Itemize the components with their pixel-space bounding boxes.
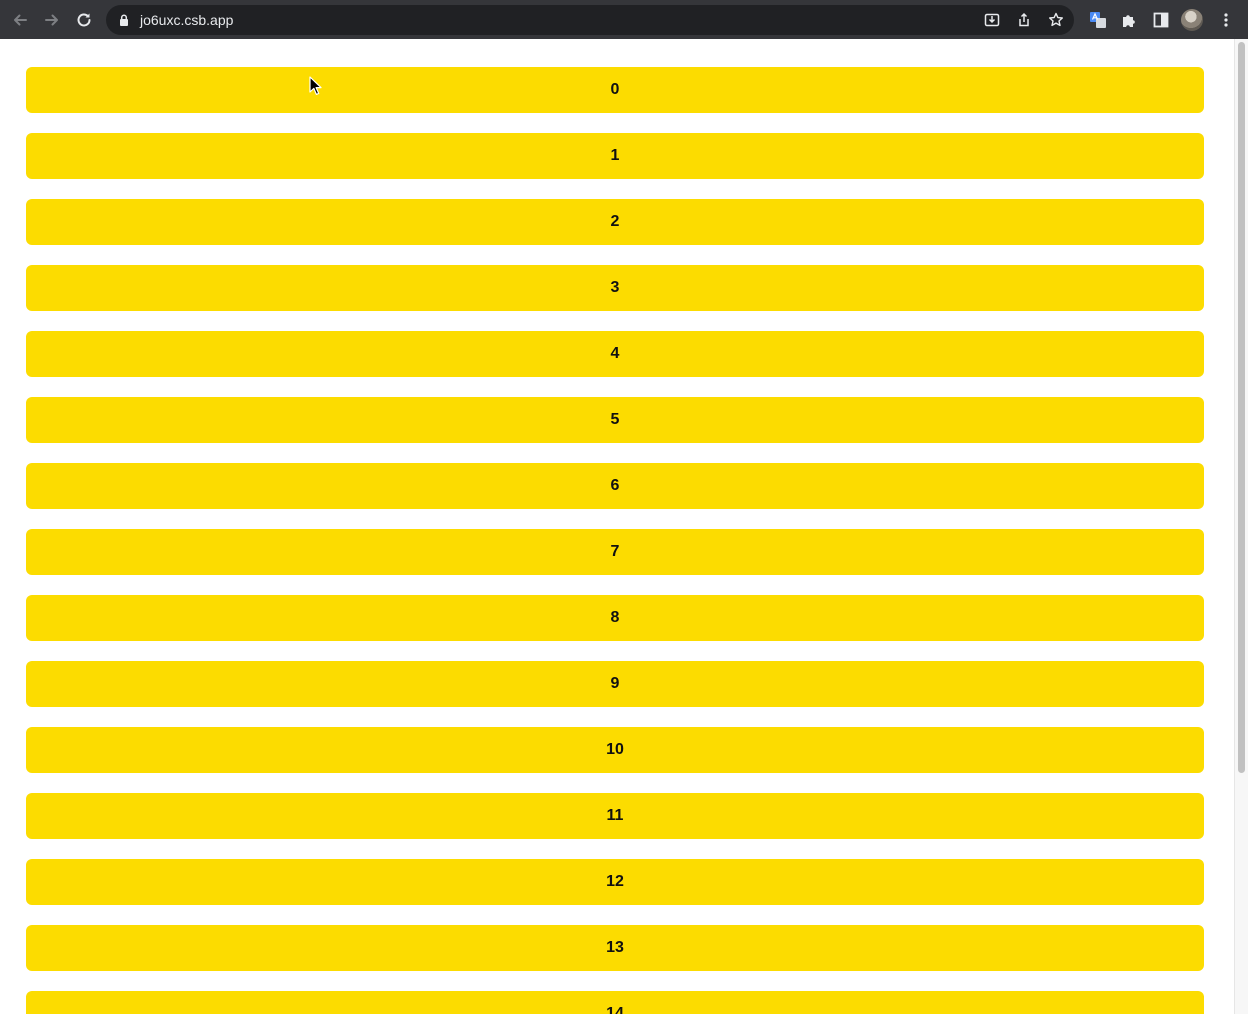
page-scrollbar[interactable] bbox=[1234, 39, 1248, 1014]
list-item[interactable]: 14 bbox=[26, 991, 1204, 1014]
list-item[interactable]: 6 bbox=[26, 463, 1204, 509]
list-item[interactable]: 8 bbox=[26, 595, 1204, 641]
forward-icon bbox=[45, 14, 58, 26]
list-item[interactable]: 12 bbox=[26, 859, 1204, 905]
list-item[interactable]: 9 bbox=[26, 661, 1204, 707]
side-panel-icon bbox=[1153, 12, 1169, 28]
list-item[interactable]: 7 bbox=[26, 529, 1204, 575]
reload-icon bbox=[77, 13, 91, 27]
mouse-cursor-icon bbox=[309, 76, 322, 95]
scrollbar-thumb[interactable] bbox=[1238, 42, 1245, 773]
page-viewport: 0 1 2 3 4 5 6 7 8 9 10 11 12 13 14 bbox=[0, 39, 1234, 1014]
address-bar[interactable]: jo6uxc.csb.app bbox=[106, 5, 1074, 35]
url-text[interactable]: jo6uxc.csb.app bbox=[140, 12, 233, 28]
list-item[interactable]: 13 bbox=[26, 925, 1204, 971]
bookmark-star-icon[interactable] bbox=[1047, 11, 1065, 29]
browser-menu-button[interactable] bbox=[1214, 8, 1238, 32]
menu-icon bbox=[1224, 13, 1228, 27]
reload-button[interactable] bbox=[72, 8, 96, 32]
list-item[interactable]: 11 bbox=[26, 793, 1204, 839]
translate-extension-button[interactable] bbox=[1086, 8, 1110, 32]
back-button[interactable] bbox=[8, 8, 32, 32]
list-item[interactable]: 0 bbox=[26, 67, 1204, 113]
side-panel-button[interactable] bbox=[1149, 8, 1173, 32]
profile-avatar[interactable] bbox=[1181, 9, 1203, 31]
forward-button[interactable] bbox=[40, 8, 64, 32]
extensions-button[interactable] bbox=[1117, 8, 1141, 32]
share-icon[interactable] bbox=[1015, 11, 1033, 29]
back-icon bbox=[14, 14, 27, 26]
lock-icon[interactable] bbox=[117, 13, 131, 27]
list-item[interactable]: 4 bbox=[26, 331, 1204, 377]
list-item[interactable]: 2 bbox=[26, 199, 1204, 245]
translate-icon bbox=[1090, 12, 1106, 28]
extensions-icon bbox=[1123, 15, 1135, 27]
install-icon[interactable] bbox=[983, 11, 1001, 29]
list-item[interactable]: 1 bbox=[26, 133, 1204, 179]
list-item[interactable]: 5 bbox=[26, 397, 1204, 443]
list-item[interactable]: 10 bbox=[26, 727, 1204, 773]
browser-toolbar: jo6uxc.csb.app bbox=[0, 0, 1248, 39]
list-item[interactable]: 3 bbox=[26, 265, 1204, 311]
item-list: 0 1 2 3 4 5 6 7 8 9 10 11 12 13 14 bbox=[26, 67, 1204, 1014]
